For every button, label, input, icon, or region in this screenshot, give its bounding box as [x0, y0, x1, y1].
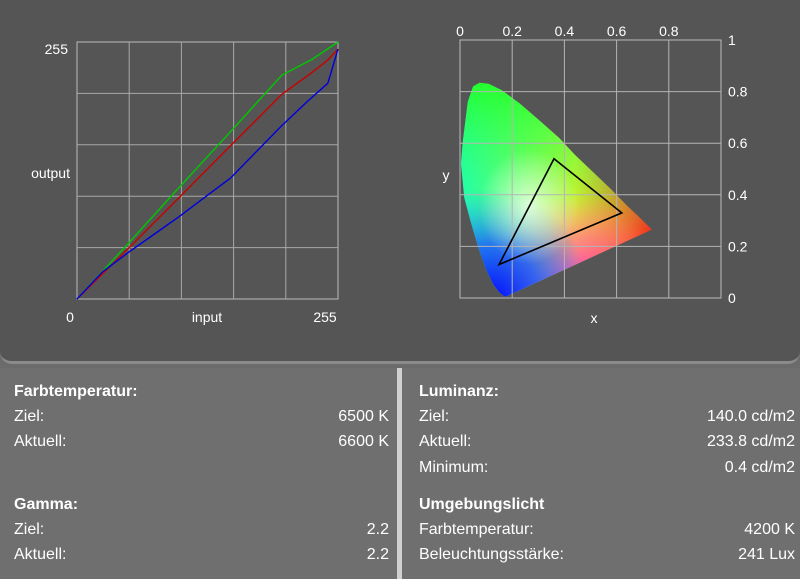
- umgebungslicht-heading: Umgebungslicht: [419, 496, 545, 513]
- umgebungslicht-farbtemp-row: Farbtemperatur: 4200 K: [419, 519, 795, 541]
- luminanz-ziel-row: Ziel: 140.0 cd/m2: [419, 406, 795, 428]
- gamma-ziel-label: Ziel:: [14, 521, 45, 538]
- farbtemperatur-aktuell-value: 6600 K: [338, 433, 389, 450]
- cie-y-tick: 0.4: [728, 187, 748, 203]
- right-info-panel: Luminanz: Ziel: 140.0 cd/m2 Aktuell: 233…: [402, 368, 800, 579]
- umgebungslicht-beleuchtung-value: 241 Lux: [738, 546, 795, 563]
- cie-y-tick: 0.2: [728, 238, 748, 254]
- cie-y-tick: 0.6: [728, 135, 748, 151]
- farbtemperatur-aktuell-label: Aktuell:: [14, 433, 67, 450]
- luminanz-aktuell-value: 233.8 cd/m2: [706, 433, 795, 450]
- gamma-aktuell-row: Aktuell: 2.2: [14, 544, 389, 566]
- gamma-y-axis-label: output: [31, 165, 70, 181]
- gamma-aktuell-label: Aktuell:: [14, 546, 67, 563]
- umgebungslicht-beleuchtung-label: Beleuchtungsstärke:: [419, 546, 564, 563]
- gamma-heading: Gamma:: [14, 496, 79, 513]
- farbtemperatur-aktuell-row: Aktuell: 6600 K: [14, 431, 389, 453]
- luminanz-aktuell-label: Aktuell:: [419, 433, 472, 450]
- farbtemperatur-heading: Farbtemperatur:: [14, 383, 138, 400]
- gamma-curve-chart: 255 output 0 input 255: [31, 41, 339, 325]
- farbtemperatur-ziel-value: 6500 K: [338, 408, 389, 425]
- cie-y-tick: 0: [728, 290, 736, 306]
- gamma-y-tick-max: 255: [45, 41, 69, 57]
- umgebungslicht-farbtemp-value: 4200 K: [744, 521, 795, 538]
- cie-x-axis-label: x: [591, 310, 598, 326]
- luminanz-ziel-value: 140.0 cd/m2: [706, 408, 795, 425]
- charts-area: 255 output 0 input 255 0 0.2 0.4 0.6 0.8 0 0.2…: [0, 0, 800, 364]
- cie-x-tick: 0.2: [502, 23, 522, 39]
- umgebungslicht-farbtemp-label: Farbtemperatur:: [419, 521, 534, 538]
- cie-y-tick: 1: [728, 32, 736, 48]
- gamma-x-tick-min: 0: [66, 309, 74, 325]
- gamma-ziel-value: 2.2: [366, 521, 389, 538]
- cie-x-tick: 0.6: [607, 23, 627, 39]
- cie-x-tick: 0.4: [555, 23, 575, 39]
- cie-y-axis-label: y: [443, 167, 450, 183]
- luminanz-minimum-label: Minimum:: [419, 459, 489, 476]
- gamma-aktuell-value: 2.2: [366, 546, 389, 563]
- farbtemperatur-ziel-label: Ziel:: [14, 408, 45, 425]
- left-info-panel: Farbtemperatur: Ziel: 6500 K Aktuell: 66…: [0, 368, 397, 579]
- luminanz-minimum-row: Minimum: 0.4 cd/m2: [419, 457, 795, 479]
- gamma-ziel-row: Ziel: 2.2: [14, 519, 389, 541]
- charts-svg: 255 output 0 input 255 0 0.2 0.4 0.6 0.8 0 0.2…: [31, 23, 748, 326]
- cie-chromaticity-chart: 0 0.2 0.4 0.6 0.8 0 0.2 0.4 0.6 0.8 1 y x: [443, 23, 748, 326]
- gamma-x-tick-max: 255: [313, 309, 337, 325]
- cie-y-tick: 0.8: [728, 84, 748, 100]
- cie-x-tick: 0: [456, 23, 464, 39]
- luminanz-heading: Luminanz:: [419, 383, 499, 400]
- gamma-x-axis-label: input: [192, 309, 222, 325]
- luminanz-ziel-label: Ziel:: [419, 408, 450, 425]
- cie-x-tick: 0.8: [659, 23, 679, 39]
- umgebungslicht-beleuchtung-row: Beleuchtungsstärke: 241 Lux: [419, 544, 795, 566]
- luminanz-aktuell-row: Aktuell: 233.8 cd/m2: [419, 431, 795, 453]
- luminanz-minimum-value: 0.4 cd/m2: [724, 459, 795, 476]
- farbtemperatur-ziel-row: Ziel: 6500 K: [14, 406, 389, 428]
